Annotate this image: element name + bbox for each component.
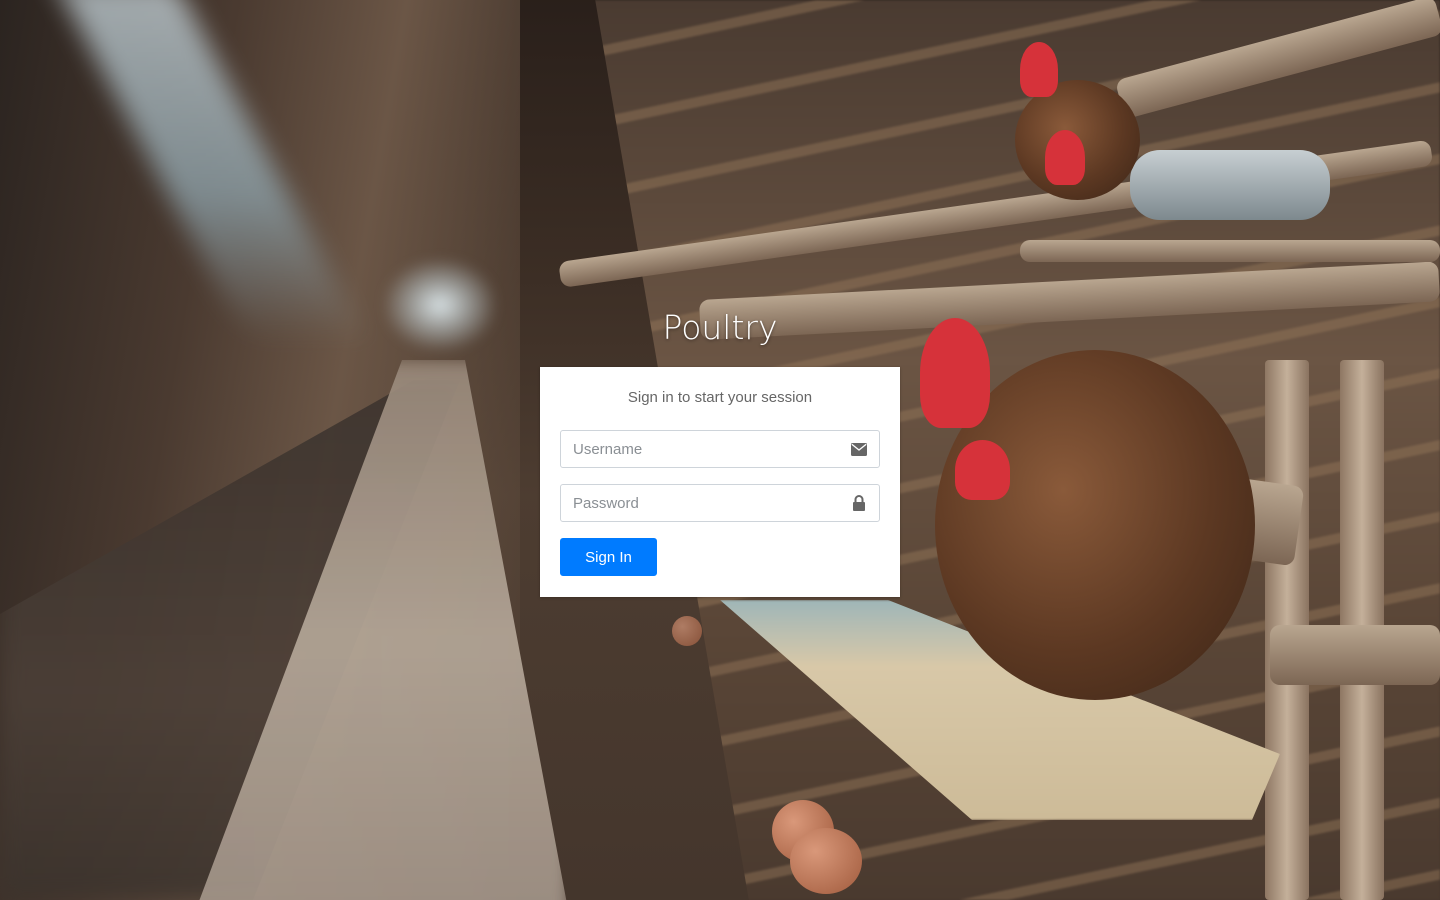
hen-wattle — [1045, 130, 1085, 185]
envelope-icon — [839, 431, 879, 467]
password-input[interactable] — [561, 485, 839, 521]
egg — [672, 616, 702, 646]
background-light — [385, 260, 495, 350]
username-input[interactable] — [561, 431, 839, 467]
hen-wattle — [955, 440, 1010, 500]
water-pipe — [1130, 150, 1330, 220]
app-title: Poultry — [662, 308, 778, 347]
username-group — [560, 430, 880, 468]
login-message: Sign in to start your session — [627, 389, 813, 406]
sign-in-button[interactable]: Sign In — [560, 538, 657, 576]
hen-comb — [920, 318, 990, 428]
login-card: Sign in to start your session Username S… — [540, 367, 900, 597]
egg — [790, 828, 862, 894]
password-group — [560, 484, 880, 522]
hen-comb — [1020, 42, 1058, 97]
lock-icon — [839, 485, 879, 521]
cage-beam — [1020, 240, 1440, 262]
login-box: Poultry Sign in to start your session Us… — [540, 300, 900, 597]
lock-icon-svg — [853, 495, 865, 511]
envelope-icon-svg — [851, 442, 867, 456]
login-form: Sign In — [560, 430, 880, 576]
cage-beam — [1270, 625, 1440, 685]
